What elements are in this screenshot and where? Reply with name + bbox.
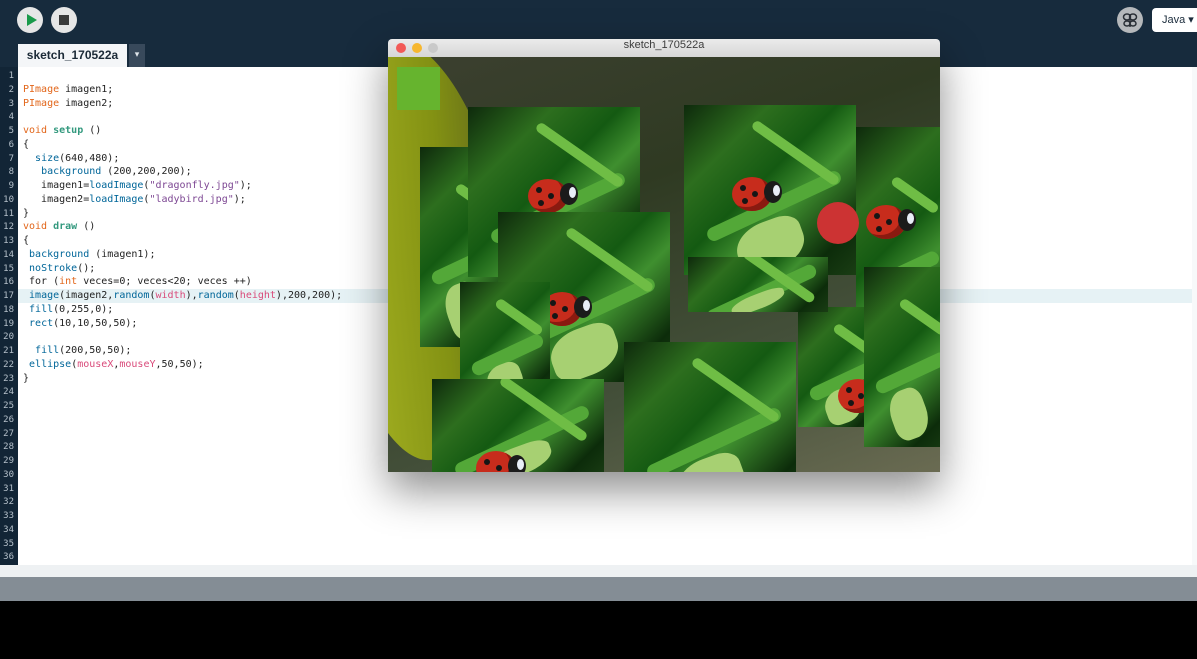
code-line[interactable]: ellipse(mouseX,mouseY,50,50); — [23, 358, 204, 371]
code-line[interactable]: rect(10,10,50,50); — [23, 317, 137, 330]
line-number: 36 — [3, 552, 14, 563]
ladybird-image — [684, 105, 856, 275]
line-number: 9 — [8, 181, 14, 191]
line-number: 21 — [3, 346, 14, 356]
green-rectangle — [397, 67, 440, 110]
code-line[interactable]: background (200,200,200); — [23, 165, 192, 178]
toolbar: Java ▾ — [0, 0, 1197, 41]
line-number-gutter: 1 2 3 4 5 6 7 8 9 10 11 12 13 14 15 16 17 18 19 20 21 22 23 24 2… — [0, 67, 18, 565]
line-number: 33 — [3, 511, 14, 521]
code-line[interactable]: fill(0,255,0); — [23, 303, 113, 316]
ladybird-image — [864, 267, 940, 447]
line-number: 7 — [8, 153, 14, 164]
line-number: 16 — [3, 277, 14, 288]
console-divider[interactable] — [0, 577, 1197, 601]
line-number: 6 — [8, 139, 14, 150]
line-number: 10 — [3, 194, 14, 205]
code-line[interactable]: PImage imagen1; — [23, 83, 113, 96]
play-icon — [27, 14, 37, 26]
line-number: 30 — [3, 469, 14, 480]
line-number: 29 — [3, 456, 14, 466]
line-number: 3 — [8, 98, 14, 109]
code-line[interactable]: } — [23, 372, 29, 385]
code-line[interactable]: for (int veces=0; veces<20; veces ++) — [23, 275, 252, 288]
line-number: 14 — [3, 249, 14, 260]
line-number: 5 — [8, 126, 14, 136]
line-number: 2 — [8, 84, 14, 95]
stop-icon — [59, 15, 69, 25]
stop-button[interactable] — [51, 7, 77, 33]
mode-select[interactable]: Java ▾ — [1152, 8, 1197, 32]
red-ellipse-cursor — [817, 202, 859, 244]
line-number: 4 — [8, 112, 14, 123]
line-number: 1 — [8, 71, 14, 81]
line-number: 19 — [3, 318, 14, 329]
ladybird-image — [432, 379, 604, 472]
code-line[interactable]: image(imagen2,random(width),random(heigh… — [23, 289, 342, 302]
line-number: 22 — [3, 359, 14, 370]
debug-button[interactable] — [1117, 7, 1143, 33]
run-button[interactable] — [17, 7, 43, 33]
line-number: 20 — [3, 332, 14, 343]
sketch-canvas[interactable] — [388, 57, 940, 472]
code-line[interactable]: fill(200,50,50); — [23, 344, 131, 357]
line-number: 23 — [3, 373, 14, 384]
line-number: 8 — [8, 167, 14, 178]
line-number: 32 — [3, 497, 14, 508]
line-number: 17 — [3, 291, 14, 301]
line-number: 11 — [3, 208, 14, 219]
code-line[interactable]: imagen1=loadImage("dragonfly.jpg"); — [23, 179, 252, 192]
code-line[interactable]: size(640,480); — [23, 152, 119, 165]
black-bar — [0, 601, 1197, 659]
tab-sketch[interactable]: sketch_170522a — [18, 44, 127, 67]
code-line[interactable]: { — [23, 234, 29, 247]
line-number: 13 — [3, 236, 14, 246]
line-number: 34 — [3, 524, 14, 535]
ladybug — [528, 179, 578, 213]
butterfly-debugger-icon — [1122, 13, 1138, 27]
sketch-window: sketch_170522a — [388, 39, 940, 472]
code-line[interactable]: void draw () — [23, 220, 95, 233]
tab-menu-button[interactable]: ▾ — [129, 44, 145, 67]
editor-status-strip — [0, 565, 1197, 577]
line-number: 35 — [3, 538, 14, 549]
ladybug — [732, 177, 782, 211]
code-line[interactable]: background (imagen1); — [23, 248, 155, 261]
line-number: 12 — [3, 222, 14, 233]
window-titlebar[interactable]: sketch_170522a — [388, 39, 940, 57]
ladybird-image — [688, 257, 828, 312]
code-line[interactable]: } — [23, 207, 29, 220]
editor-scrollbar[interactable] — [1192, 67, 1197, 575]
line-number: 15 — [3, 263, 14, 274]
line-number: 25 — [3, 401, 14, 411]
line-number: 26 — [3, 414, 14, 425]
line-number: 18 — [3, 304, 14, 315]
code-line[interactable]: PImage imagen2; — [23, 97, 113, 110]
window-title: sketch_170522a — [623, 39, 705, 51]
ladybird-image — [624, 342, 796, 472]
code-line[interactable]: noStroke(); — [23, 262, 95, 275]
line-number: 31 — [3, 483, 14, 494]
ladybug — [866, 205, 916, 239]
line-number: 28 — [3, 442, 14, 453]
line-number: 27 — [3, 428, 14, 439]
code-line[interactable]: imagen2=loadImage("ladybird.jpg"); — [23, 193, 246, 206]
code-line[interactable]: void setup () — [23, 124, 101, 137]
code-line[interactable]: { — [23, 138, 29, 151]
line-number: 24 — [3, 387, 14, 398]
